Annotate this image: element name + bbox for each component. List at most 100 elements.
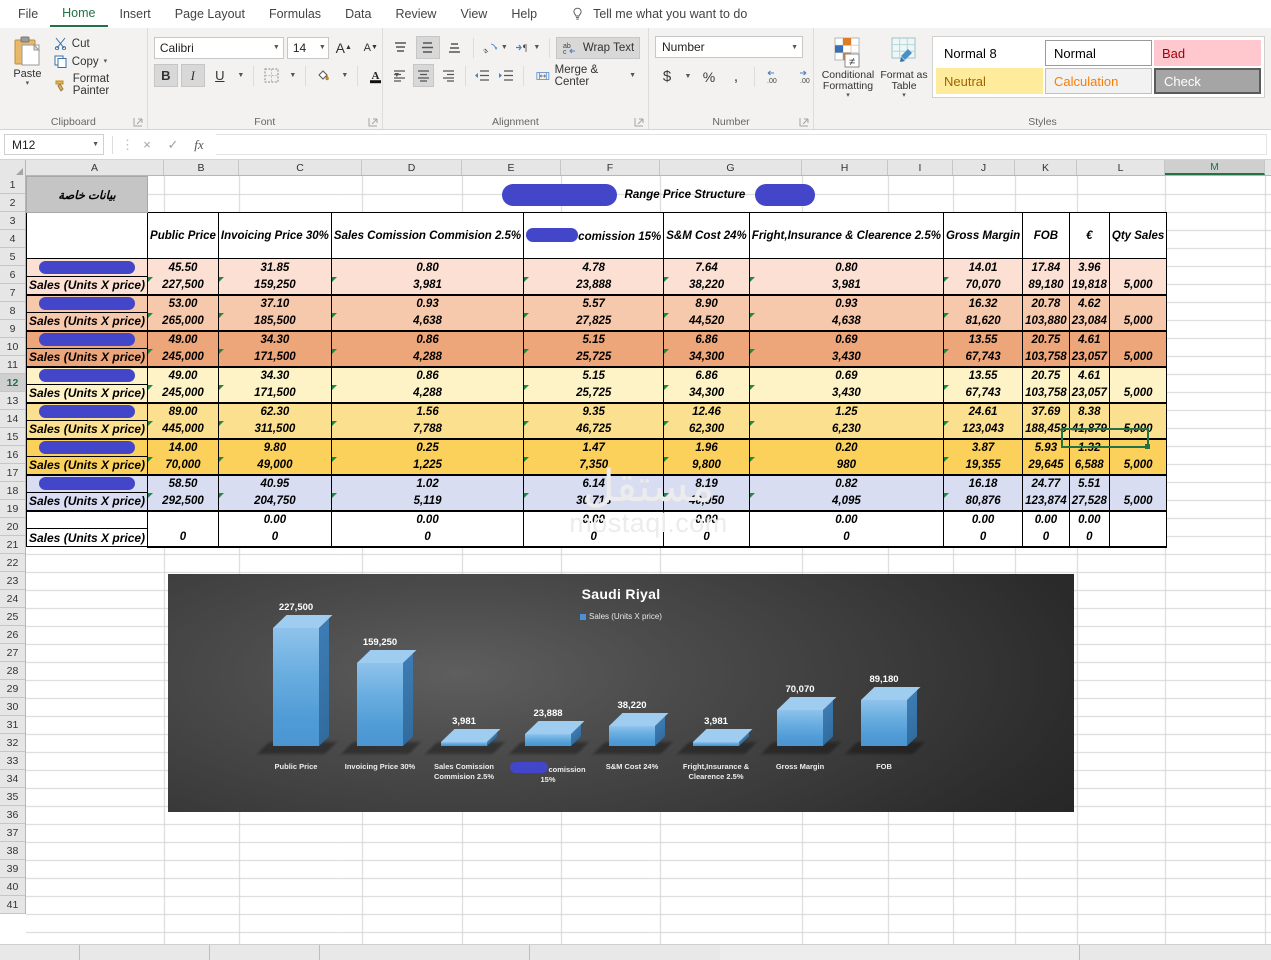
cell-sales-b3-c5[interactable]: 3,430 [748, 384, 944, 404]
style-bad[interactable]: Bad [1154, 40, 1261, 66]
row-label-sales-4[interactable]: Sales (Units X price) [25, 420, 149, 439]
cell-unit-b1-c1[interactable]: 37.10 [217, 293, 332, 313]
cell-sales-b5-c3[interactable]: 7,350 [523, 456, 665, 476]
row-header-13[interactable]: 13 [0, 392, 25, 410]
cell-unit-b4-c5[interactable]: 1.25 [748, 401, 944, 421]
row-header-35[interactable]: 35 [0, 788, 25, 806]
cell-unit-b6-c5[interactable]: 0.82 [748, 473, 944, 493]
cell-unit-b3-c9[interactable] [1108, 365, 1168, 385]
wrap-text-button[interactable]: ab c Wrap Text [555, 36, 641, 59]
column-header-m[interactable]: M [1165, 160, 1265, 175]
column-label-5[interactable]: Fright,Insurance & Clearence 2.5% [748, 212, 944, 259]
cell-unit-b3-c7[interactable]: 20.75 [1022, 365, 1070, 385]
row-label-redacted-2[interactable] [25, 329, 149, 349]
cell-unit-b7-c3[interactable]: 0.00 [523, 509, 665, 529]
copy-button[interactable]: Copy ▾ [51, 54, 141, 69]
cell-unit-b4-c1[interactable]: 62.30 [217, 401, 332, 421]
align-middle-button[interactable] [415, 36, 440, 59]
row-label-sales-0[interactable]: Sales (Units X price) [25, 276, 149, 295]
cell-unit-b5-c0[interactable]: 14.00 [147, 437, 219, 457]
column-header-f[interactable]: F [561, 160, 660, 175]
enter-formula-button[interactable]: ✓ [160, 134, 186, 156]
borders-chevron-down-icon[interactable]: ▼ [287, 64, 299, 87]
cell-sales-b2-c0[interactable]: 245,000 [147, 348, 219, 368]
underline-chevron-down-icon[interactable]: ▼ [235, 64, 247, 87]
row-header-23[interactable]: 23 [0, 572, 25, 590]
row-header-2[interactable]: 2 [0, 194, 25, 212]
row-header-40[interactable]: 40 [0, 878, 25, 896]
cell-unit-b2-c9[interactable] [1108, 329, 1168, 349]
cell-unit-b5-c6[interactable]: 3.87 [942, 437, 1024, 457]
cell-sales-b5-c5[interactable]: 980 [748, 456, 944, 476]
cell-sales-b1-c0[interactable]: 265,000 [147, 312, 219, 332]
cell-sales-b3-c2[interactable]: 4,288 [330, 384, 525, 404]
cell-sales-b4-c2[interactable]: 7,788 [330, 420, 525, 440]
tell-me-box[interactable]: Tell me what you want to do [571, 7, 747, 22]
format-as-table-chevron-down-icon[interactable]: ▾ [902, 92, 906, 99]
paste-chevron-down-icon[interactable]: ▾ [26, 80, 30, 87]
cell-sales-b2-c5[interactable]: 3,430 [748, 348, 944, 368]
cell-sales-b1-c7[interactable]: 103,880 [1022, 312, 1070, 332]
cell-sales-b6-c3[interactable]: 30,713 [523, 492, 665, 512]
row-label-redacted-1[interactable] [25, 293, 149, 313]
clipboard-dialog-launcher-icon[interactable] [133, 117, 143, 127]
cell-sales-b7-c1[interactable]: 0 [217, 528, 332, 548]
cell-sales-b6-c2[interactable]: 5,119 [330, 492, 525, 512]
cell-sales-b3-c4[interactable]: 34,300 [663, 384, 750, 404]
bar-5[interactable] [693, 729, 753, 746]
cell-sales-b7-c5[interactable]: 0 [748, 528, 944, 548]
cell-unit-b2-c5[interactable]: 0.69 [748, 329, 944, 349]
cell-unit-b2-c2[interactable]: 0.86 [330, 329, 525, 349]
cell-sales-b5-c0[interactable]: 70,000 [147, 456, 219, 476]
style-calculation[interactable]: Calculation [1045, 68, 1152, 94]
cell-sales-b3-c9[interactable]: 5,000 [1108, 384, 1168, 404]
cell-sales-b3-c1[interactable]: 171,500 [217, 384, 332, 404]
row-header-15[interactable]: 15 [0, 428, 25, 446]
insert-function-button[interactable]: fx [186, 134, 212, 156]
cell-unit-b2-c3[interactable]: 5.15 [523, 329, 665, 349]
row-header-20[interactable]: 20 [0, 518, 25, 536]
bar-4[interactable] [609, 713, 669, 746]
cell-unit-b1-c9[interactable] [1108, 293, 1168, 313]
row-header-8[interactable]: 8 [0, 302, 25, 320]
alignment-dialog-launcher-icon[interactable] [634, 117, 644, 127]
row-label-redacted-0[interactable] [25, 258, 149, 277]
cell-sales-b3-c3[interactable]: 25,725 [523, 384, 665, 404]
column-label-0[interactable]: Public Price [147, 212, 219, 259]
cell-unit-b7-c4[interactable]: 0.00 [663, 509, 750, 529]
cell-sales-b6-c0[interactable]: 292,500 [147, 492, 219, 512]
cell-unit-b2-c7[interactable]: 20.75 [1022, 329, 1070, 349]
cell-unit-b0-c3[interactable]: 4.78 [523, 258, 665, 277]
row-label-sales-5[interactable]: Sales (Units X price) [25, 456, 149, 475]
row-label-redacted-4[interactable] [25, 401, 149, 421]
column-label-1[interactable]: Invoicing Price 30% [217, 212, 332, 259]
cell-unit-b5-c8[interactable]: 1.32 [1068, 437, 1110, 457]
cell-sales-b6-c7[interactable]: 123,874 [1022, 492, 1070, 512]
row-header-17[interactable]: 17 [0, 464, 25, 482]
name-box[interactable]: M12 ▼ [4, 134, 104, 155]
cell-sales-b4-c3[interactable]: 46,725 [523, 420, 665, 440]
cell-unit-b6-c6[interactable]: 16.18 [942, 473, 1024, 493]
merge-center-button[interactable]: Merge & Center ▼ [530, 64, 642, 88]
cell-unit-b4-c2[interactable]: 1.56 [330, 401, 525, 421]
cell-sales-b4-c7[interactable]: 188,458 [1022, 420, 1070, 440]
cell-unit-b2-c0[interactable]: 49.00 [147, 329, 219, 349]
grow-font-button[interactable]: A ▲ [332, 36, 356, 59]
cell-sales-b4-c0[interactable]: 445,000 [147, 420, 219, 440]
cell-unit-b0-c2[interactable]: 0.80 [330, 258, 525, 277]
cell-unit-b7-c8[interactable]: 0.00 [1068, 509, 1110, 529]
cell-unit-b5-c9[interactable] [1108, 437, 1168, 457]
cell-sales-b0-c4[interactable]: 38,220 [663, 276, 750, 296]
sheet-canvas[interactable]: بيانات خاصة Range Price Structure Public P… [25, 176, 1271, 960]
cell-unit-b6-c9[interactable] [1108, 473, 1168, 493]
row-header-34[interactable]: 34 [0, 770, 25, 788]
cell-unit-b1-c8[interactable]: 4.62 [1068, 293, 1110, 313]
cell-unit-b1-c2[interactable]: 0.93 [330, 293, 525, 313]
cell-unit-b7-c6[interactable]: 0.00 [942, 509, 1024, 529]
orientation-button[interactable]: a ▼ [480, 36, 510, 59]
cell-sales-b5-c6[interactable]: 19,355 [942, 456, 1024, 476]
cell-a1-private-data[interactable]: بيانات خاصة [25, 176, 149, 213]
style-normal[interactable]: Normal [1045, 40, 1152, 66]
ribbon-tab-page-layout[interactable]: Page Layout [163, 3, 257, 26]
column-label-3[interactable]: comission 15% [523, 212, 665, 259]
